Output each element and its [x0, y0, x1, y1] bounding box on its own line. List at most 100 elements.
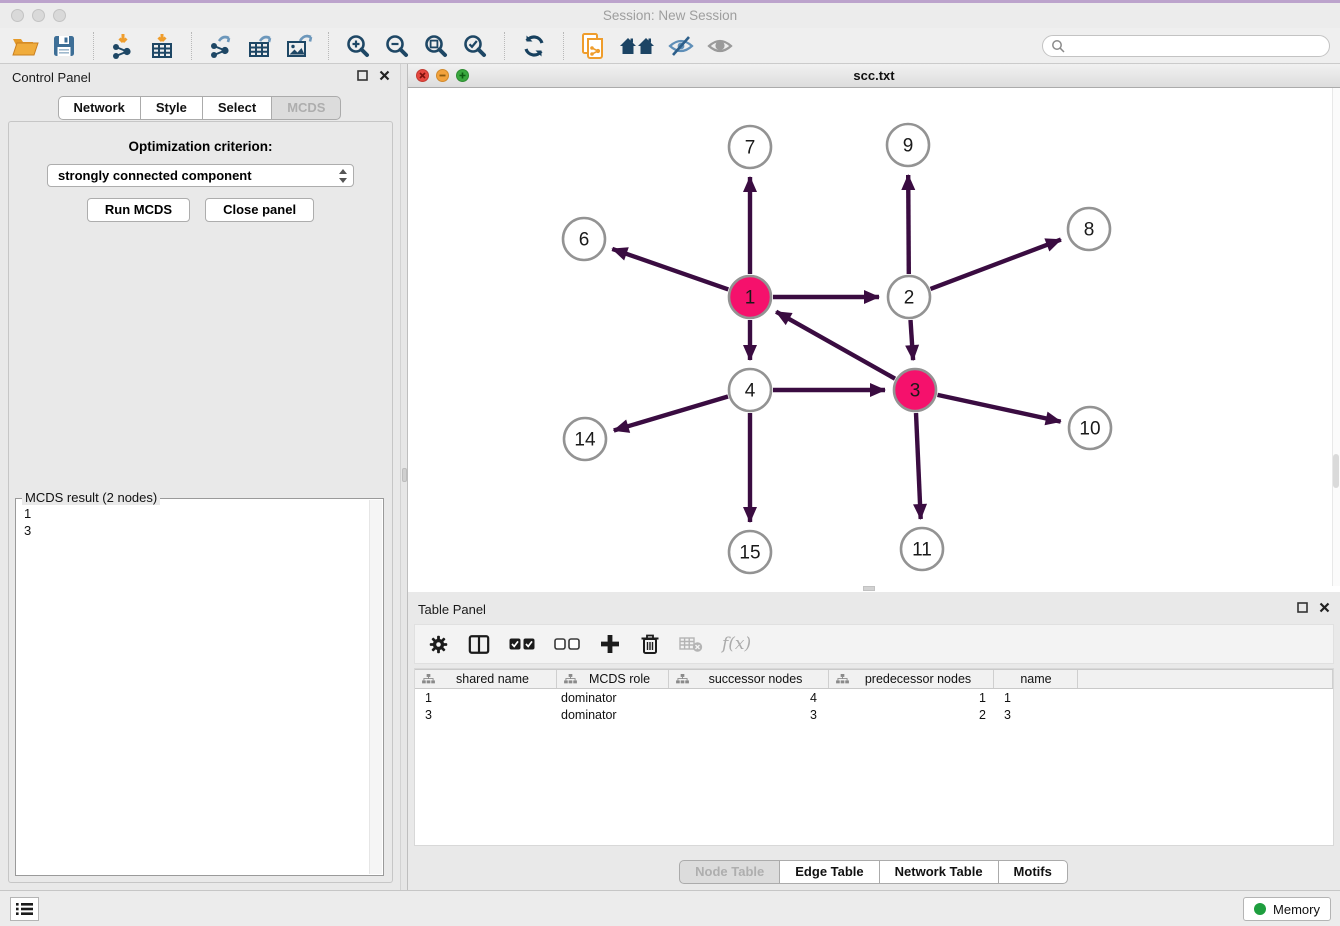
- close-panel-icon[interactable]: [1319, 602, 1330, 613]
- save-session-button[interactable]: [49, 31, 79, 61]
- network-canvas[interactable]: 7968124314101511: [408, 88, 1340, 592]
- network-graph[interactable]: 7968124314101511: [408, 88, 1340, 592]
- graph-edge-2-3[interactable]: [911, 320, 914, 360]
- column-header-shared-name[interactable]: shared name: [415, 670, 557, 688]
- graph-edge-2-8[interactable]: [931, 240, 1061, 289]
- table-header-row: shared name MCDS role: [415, 669, 1333, 689]
- memory-label: Memory: [1273, 902, 1320, 917]
- open-session-button[interactable]: [10, 31, 40, 61]
- delete-table-icon: [679, 635, 703, 653]
- network-maximize-button[interactable]: [456, 69, 469, 82]
- network-minimize-button[interactable]: [436, 69, 449, 82]
- float-panel-icon[interactable]: [357, 70, 368, 81]
- task-history-button[interactable]: [10, 897, 39, 921]
- network-vscroll-thumb[interactable]: [1333, 454, 1339, 488]
- ndex-browse-button[interactable]: [617, 31, 657, 61]
- table-row[interactable]: 3 dominator 3 2 3: [415, 706, 1333, 723]
- select-all-checkboxes-icon[interactable]: [509, 638, 535, 651]
- gear-icon[interactable]: [428, 634, 449, 655]
- cell-successor-nodes: 3: [669, 708, 829, 722]
- import-network-button[interactable]: [108, 31, 138, 61]
- export-image-button[interactable]: [284, 31, 314, 61]
- tab-node-table[interactable]: Node Table: [679, 860, 780, 884]
- graph-edge-3-11[interactable]: [916, 413, 921, 519]
- result-scrollbar[interactable]: [369, 500, 382, 874]
- graph-node-label-15: 15: [739, 543, 760, 564]
- graph-node-label-8: 8: [1084, 220, 1095, 241]
- column-header-successor-nodes[interactable]: successor nodes: [669, 670, 829, 688]
- network-close-button[interactable]: [416, 69, 429, 82]
- zoom-in-button[interactable]: [343, 31, 373, 61]
- app-title: Session: New Session: [0, 3, 1340, 28]
- zoom-out-button[interactable]: [382, 31, 412, 61]
- close-panel-button[interactable]: Close panel: [205, 198, 314, 222]
- tab-edge-table[interactable]: Edge Table: [779, 860, 879, 884]
- tab-network-table[interactable]: Network Table: [879, 860, 999, 884]
- graph-edge-4-14[interactable]: [614, 397, 728, 431]
- hierarchy-icon: [422, 674, 435, 685]
- graph-edge-2-9[interactable]: [908, 175, 909, 274]
- import-table-button[interactable]: [147, 31, 177, 61]
- graph-node-label-11: 11: [912, 540, 932, 561]
- cell-name: 1: [994, 691, 1078, 705]
- eye-slash-icon: [667, 34, 695, 58]
- table-panel: Table Panel: [408, 596, 1340, 890]
- tab-select[interactable]: Select: [202, 96, 272, 120]
- graph-node-label-4: 4: [745, 381, 756, 402]
- network-vertical-scrollbar[interactable]: [1332, 88, 1340, 586]
- app-traffic-lights: [11, 9, 66, 22]
- network-title: scc.txt: [408, 64, 1340, 87]
- export-table-button[interactable]: [245, 31, 275, 61]
- export-network-button[interactable]: [206, 31, 236, 61]
- cell-shared-name: 3: [415, 708, 557, 722]
- graph-node-label-2: 2: [904, 288, 915, 309]
- list-icon: [16, 902, 33, 916]
- close-panel-icon[interactable]: [379, 70, 390, 81]
- import-network-icon: [110, 33, 136, 59]
- deselect-all-checkboxes-icon[interactable]: [554, 638, 580, 651]
- apply-layout-button[interactable]: [519, 31, 549, 61]
- column-header-mcds-role[interactable]: MCDS role: [557, 670, 669, 688]
- run-mcds-button[interactable]: Run MCDS: [87, 198, 190, 222]
- show-all-button[interactable]: [705, 31, 735, 61]
- tab-style[interactable]: Style: [140, 96, 203, 120]
- save-icon: [52, 34, 76, 58]
- tab-mcds[interactable]: MCDS: [271, 96, 341, 120]
- panel-splitter[interactable]: [400, 64, 408, 890]
- maximize-window-button[interactable]: [53, 9, 66, 22]
- zoom-fit-icon: [423, 33, 449, 59]
- search-input[interactable]: [1071, 37, 1325, 54]
- graph-edge-3-1[interactable]: [776, 312, 895, 379]
- zoom-fit-button[interactable]: [421, 31, 451, 61]
- zoom-selected-button[interactable]: [460, 31, 490, 61]
- mcds-result-list: 1 3: [16, 499, 383, 545]
- float-panel-icon[interactable]: [1297, 602, 1308, 613]
- open-folder-icon: [12, 35, 39, 57]
- hide-selected-button[interactable]: [666, 31, 696, 61]
- table-row[interactable]: 1 dominator 4 1 1: [415, 689, 1333, 706]
- network-window-titlebar[interactable]: scc.txt: [408, 64, 1340, 88]
- cell-successor-nodes: 4: [669, 691, 829, 705]
- column-header-predecessor-nodes[interactable]: predecessor nodes: [829, 670, 994, 688]
- graph-edge-1-6[interactable]: [612, 249, 728, 290]
- network-hscroll-thumb[interactable]: [863, 586, 875, 591]
- minimize-window-button[interactable]: [32, 9, 45, 22]
- delete-column-icon[interactable]: [640, 633, 660, 655]
- graph-edge-3-10[interactable]: [938, 395, 1061, 422]
- add-column-icon[interactable]: [599, 633, 621, 655]
- criterion-dropdown[interactable]: strongly connected component: [47, 164, 354, 187]
- column-header-name[interactable]: name: [994, 670, 1078, 688]
- ndex-import-button[interactable]: [578, 31, 608, 61]
- dropdown-stepper-icon: [338, 168, 348, 184]
- function-builder-icon: f(x): [722, 634, 751, 654]
- memory-button[interactable]: Memory: [1243, 897, 1331, 921]
- status-bar: Memory: [0, 890, 1340, 926]
- columns-icon[interactable]: [468, 634, 490, 655]
- export-table-icon: [247, 33, 274, 59]
- close-window-button[interactable]: [11, 9, 24, 22]
- tab-motifs[interactable]: Motifs: [998, 860, 1068, 884]
- tab-network[interactable]: Network: [58, 96, 141, 120]
- eye-icon: [706, 34, 734, 58]
- toolbar-separator: [563, 32, 564, 60]
- cell-shared-name: 1: [415, 691, 557, 705]
